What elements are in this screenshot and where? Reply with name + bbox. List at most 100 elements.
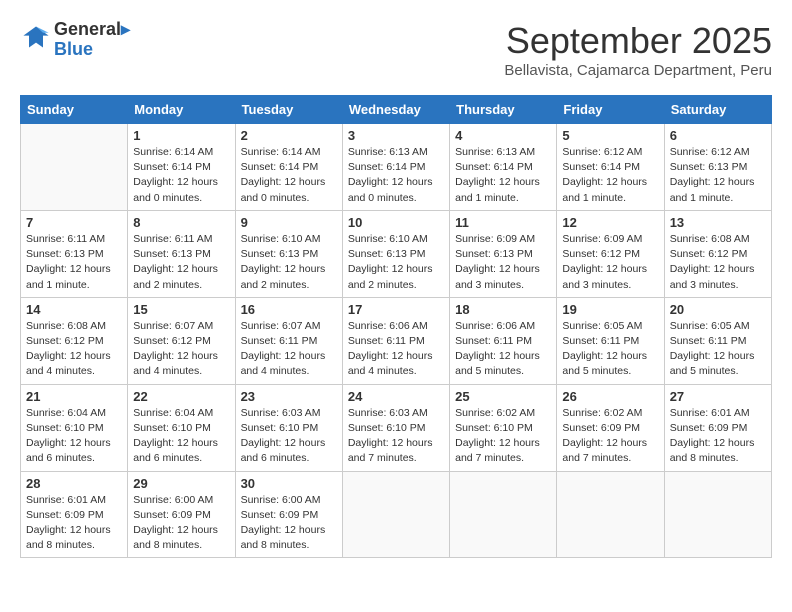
day-number: 7 [26, 215, 122, 230]
day-header-wednesday: Wednesday [342, 96, 449, 124]
day-info: Sunrise: 6:01 AMSunset: 6:09 PMDaylight:… [670, 406, 766, 467]
day-number: 8 [133, 215, 229, 230]
day-number: 3 [348, 128, 444, 143]
day-header-tuesday: Tuesday [235, 96, 342, 124]
day-info: Sunrise: 6:00 AMSunset: 6:09 PMDaylight:… [133, 493, 229, 554]
calendar-cell [664, 471, 771, 558]
day-header-monday: Monday [128, 96, 235, 124]
logo-arrow-icon: ▸ [121, 19, 130, 39]
day-info: Sunrise: 6:05 AMSunset: 6:11 PMDaylight:… [562, 319, 658, 380]
calendar-cell [21, 124, 128, 211]
calendar-cell: 17 Sunrise: 6:06 AMSunset: 6:11 PMDayligh… [342, 297, 449, 384]
calendar-cell [557, 471, 664, 558]
calendar-table: SundayMondayTuesdayWednesdayThursdayFrid… [20, 95, 772, 558]
calendar-cell: 24 Sunrise: 6:03 AMSunset: 6:10 PMDayligh… [342, 384, 449, 471]
day-info: Sunrise: 6:10 AMSunset: 6:13 PMDaylight:… [241, 232, 337, 293]
day-number: 19 [562, 302, 658, 317]
logo-text-blue: Blue [54, 40, 130, 60]
calendar-cell: 7 Sunrise: 6:11 AMSunset: 6:13 PMDaylight… [21, 210, 128, 297]
calendar-cell: 28 Sunrise: 6:01 AMSunset: 6:09 PMDayligh… [21, 471, 128, 558]
calendar-cell: 26 Sunrise: 6:02 AMSunset: 6:09 PMDayligh… [557, 384, 664, 471]
day-info: Sunrise: 6:04 AMSunset: 6:10 PMDaylight:… [26, 406, 122, 467]
calendar-cell: 20Sunrise: 6:05 AMSunset: 6:11 PMDayligh… [664, 297, 771, 384]
day-number: 5 [562, 128, 658, 143]
day-info: Sunrise: 6:12 AMSunset: 6:14 PMDaylight:… [562, 145, 658, 206]
calendar-cell: 2Sunrise: 6:14 AMSunset: 6:14 PMDaylight… [235, 124, 342, 211]
day-info: Sunrise: 6:06 AMSunset: 6:11 PMDaylight:… [455, 319, 551, 380]
day-info: Sunrise: 6:08 AMSunset: 6:12 PMDaylight:… [670, 232, 766, 293]
calendar-cell: 29 Sunrise: 6:00 AMSunset: 6:09 PMDayligh… [128, 471, 235, 558]
calendar-week-row: 1 Sunrise: 6:14 AMSunset: 6:14 PMDaylight… [21, 124, 772, 211]
day-info: Sunrise: 6:14 AMSunset: 6:14 PMDaylight:… [133, 145, 229, 206]
logo: General▸ Blue [20, 20, 130, 60]
day-info: Sunrise: 6:10 AMSunset: 6:13 PMDaylight:… [348, 232, 444, 293]
calendar-cell: 10Sunrise: 6:10 AMSunset: 6:13 PMDayligh… [342, 210, 449, 297]
day-header-friday: Friday [557, 96, 664, 124]
day-info: Sunrise: 6:13 AMSunset: 6:14 PMDaylight:… [455, 145, 551, 206]
calendar-cell: 8 Sunrise: 6:11 AMSunset: 6:13 PMDaylight… [128, 210, 235, 297]
calendar-cell: 3 Sunrise: 6:13 AMSunset: 6:14 PMDaylight… [342, 124, 449, 211]
calendar-week-row: 7 Sunrise: 6:11 AMSunset: 6:13 PMDaylight… [21, 210, 772, 297]
day-info: Sunrise: 6:07 AMSunset: 6:11 PMDaylight:… [241, 319, 337, 380]
calendar-cell [342, 471, 449, 558]
calendar-cell: 25 Sunrise: 6:02 AMSunset: 6:10 PMDayligh… [450, 384, 557, 471]
day-info: Sunrise: 6:09 AMSunset: 6:13 PMDaylight:… [455, 232, 551, 293]
day-number: 21 [26, 389, 122, 404]
calendar-cell: 30 Sunrise: 6:00 AMSunset: 6:09 PMDayligh… [235, 471, 342, 558]
day-number: 16 [241, 302, 337, 317]
day-number: 28 [26, 476, 122, 491]
day-number: 23 [241, 389, 337, 404]
calendar-cell: 12Sunrise: 6:09 AMSunset: 6:12 PMDayligh… [557, 210, 664, 297]
day-info: Sunrise: 6:13 AMSunset: 6:14 PMDaylight:… [348, 145, 444, 206]
day-number: 29 [133, 476, 229, 491]
day-info: Sunrise: 6:06 AMSunset: 6:11 PMDaylight:… [348, 319, 444, 380]
day-header-thursday: Thursday [450, 96, 557, 124]
day-number: 15 [133, 302, 229, 317]
calendar-cell: 27Sunrise: 6:01 AMSunset: 6:09 PMDayligh… [664, 384, 771, 471]
day-info: Sunrise: 6:08 AMSunset: 6:12 PMDaylight:… [26, 319, 122, 380]
calendar-cell: 1 Sunrise: 6:14 AMSunset: 6:14 PMDaylight… [128, 124, 235, 211]
day-info: Sunrise: 6:07 AMSunset: 6:12 PMDaylight:… [133, 319, 229, 380]
logo-bird-icon [22, 23, 50, 51]
day-info: Sunrise: 6:03 AMSunset: 6:10 PMDaylight:… [348, 406, 444, 467]
calendar-cell: 4Sunrise: 6:13 AMSunset: 6:14 PMDaylight… [450, 124, 557, 211]
day-number: 24 [348, 389, 444, 404]
day-number: 26 [562, 389, 658, 404]
day-info: Sunrise: 6:01 AMSunset: 6:09 PMDaylight:… [26, 493, 122, 554]
calendar-cell: 15 Sunrise: 6:07 AMSunset: 6:12 PMDayligh… [128, 297, 235, 384]
calendar-cell: 14 Sunrise: 6:08 AMSunset: 6:12 PMDayligh… [21, 297, 128, 384]
calendar-cell: 21 Sunrise: 6:04 AMSunset: 6:10 PMDayligh… [21, 384, 128, 471]
day-info: Sunrise: 6:02 AMSunset: 6:10 PMDaylight:… [455, 406, 551, 467]
day-number: 14 [26, 302, 122, 317]
day-number: 1 [133, 128, 229, 143]
page-header: General▸ Blue September 2025 Bellavista,… [20, 20, 772, 79]
day-info: Sunrise: 6:00 AMSunset: 6:09 PMDaylight:… [241, 493, 337, 554]
logo-text-general: General▸ [54, 20, 130, 40]
day-number: 30 [241, 476, 337, 491]
day-info: Sunrise: 6:12 AMSunset: 6:13 PMDaylight:… [670, 145, 766, 206]
calendar-cell: 22 Sunrise: 6:04 AMSunset: 6:10 PMDayligh… [128, 384, 235, 471]
calendar-cell: 23 Sunrise: 6:03 AMSunset: 6:10 PMDayligh… [235, 384, 342, 471]
day-info: Sunrise: 6:03 AMSunset: 6:10 PMDaylight:… [241, 406, 337, 467]
subtitle: Bellavista, Cajamarca Department, Peru [504, 62, 772, 79]
day-number: 6 [670, 128, 766, 143]
day-info: Sunrise: 6:05 AMSunset: 6:11 PMDaylight:… [670, 319, 766, 380]
calendar-cell: 5 Sunrise: 6:12 AMSunset: 6:14 PMDaylight… [557, 124, 664, 211]
day-info: Sunrise: 6:02 AMSunset: 6:09 PMDaylight:… [562, 406, 658, 467]
day-number: 25 [455, 389, 551, 404]
calendar-cell: 9Sunrise: 6:10 AMSunset: 6:13 PMDaylight… [235, 210, 342, 297]
day-number: 18 [455, 302, 551, 317]
day-info: Sunrise: 6:04 AMSunset: 6:10 PMDaylight:… [133, 406, 229, 467]
day-number: 17 [348, 302, 444, 317]
title-block: September 2025 Bellavista, Cajamarca Dep… [504, 20, 772, 79]
calendar-week-row: 28 Sunrise: 6:01 AMSunset: 6:09 PMDayligh… [21, 471, 772, 558]
day-number: 22 [133, 389, 229, 404]
day-info: Sunrise: 6:11 AMSunset: 6:13 PMDaylight:… [26, 232, 122, 293]
calendar-cell: 19 Sunrise: 6:05 AMSunset: 6:11 PMDayligh… [557, 297, 664, 384]
day-info: Sunrise: 6:11 AMSunset: 6:13 PMDaylight:… [133, 232, 229, 293]
day-info: Sunrise: 6:14 AMSunset: 6:14 PMDaylight:… [241, 145, 337, 206]
month-title: September 2025 [504, 20, 772, 62]
calendar-week-row: 14 Sunrise: 6:08 AMSunset: 6:12 PMDayligh… [21, 297, 772, 384]
day-header-sunday: Sunday [21, 96, 128, 124]
calendar-cell: 16 Sunrise: 6:07 AMSunset: 6:11 PMDayligh… [235, 297, 342, 384]
